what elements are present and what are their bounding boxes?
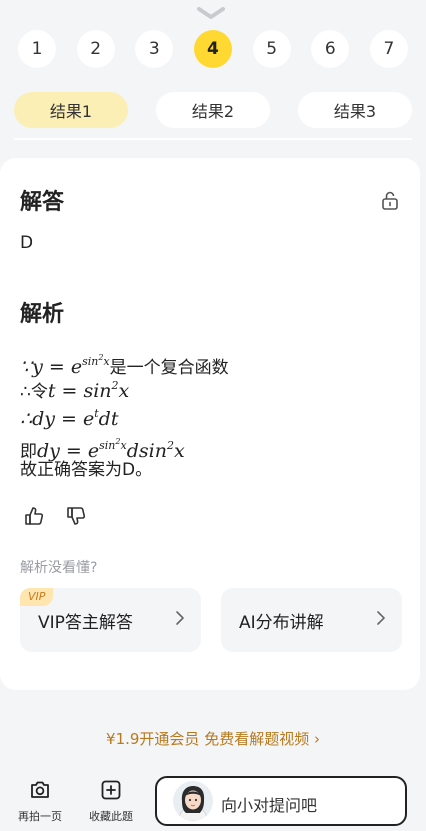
thumbs-up-icon[interactable] (24, 506, 44, 526)
page-number-row: 1 2 3 4 5 6 7 (18, 30, 408, 70)
divider (14, 138, 412, 140)
page-2[interactable]: 2 (76, 30, 115, 68)
collapse-chevron-icon[interactable] (196, 6, 226, 20)
page-3[interactable]: 3 (135, 30, 174, 68)
chevron-right-icon (377, 611, 385, 625)
ai-explain-label: AI分布讲解 (239, 612, 324, 633)
answer-title: 解答 (20, 190, 65, 215)
result-tabs: 结果1 结果2 结果3 (14, 92, 412, 128)
help-prompt: 解析没看懂? (20, 560, 98, 576)
thumbs-down-icon[interactable] (66, 506, 86, 526)
top-panel: 1 2 3 4 5 6 7 结果1 结果2 结果3 (0, 0, 426, 140)
tab-result-3[interactable]: 结果3 (298, 92, 412, 128)
tab-result-1[interactable]: 结果1 (14, 92, 128, 128)
collect-label: 收藏此题 (89, 810, 133, 823)
step-line-5: 故正确答案为D。 (20, 460, 153, 480)
membership-promo-link[interactable]: ¥1.9开通会员 免费看解题视频 › (0, 728, 426, 749)
ai-explain-button[interactable]: AI分布讲解 (221, 588, 402, 652)
retake-label: 再拍一页 (18, 810, 62, 823)
assistant-avatar (173, 781, 213, 821)
analysis-steps: ∵y = esin2x是一个复合函数 ∴令t = sin2x ∴dy = etd… (20, 344, 229, 484)
page-1[interactable]: 1 (18, 30, 56, 68)
chevron-right-icon (176, 611, 184, 625)
page-4[interactable]: 4 (193, 30, 232, 68)
tab-result-2[interactable]: 结果2 (156, 92, 270, 128)
vip-badge: VIP (20, 588, 54, 606)
step-line-3: ∴dy = etdt (20, 407, 119, 430)
vip-answer-label: VIP答主解答 (38, 612, 133, 633)
page-6[interactable]: 6 (311, 30, 350, 68)
add-square-icon (101, 780, 121, 800)
unlock-icon[interactable] (380, 190, 400, 210)
ask-assistant-input[interactable]: 向小对提问吧 (155, 776, 407, 826)
answer-value: D (20, 233, 34, 253)
analysis-title: 解析 (20, 302, 65, 327)
step-line-4: 即dy = esin2xdsin2x (20, 437, 185, 462)
page-5[interactable]: 5 (252, 30, 291, 68)
collect-button[interactable]: 收藏此题 (81, 778, 141, 824)
step-line-1: ∵y = esin2x是一个复合函数 (20, 353, 229, 378)
retake-button[interactable]: 再拍一页 (10, 778, 70, 824)
page-7[interactable]: 7 (369, 30, 408, 68)
camera-icon (31, 781, 49, 798)
ask-placeholder: 向小对提问吧 (221, 796, 318, 815)
